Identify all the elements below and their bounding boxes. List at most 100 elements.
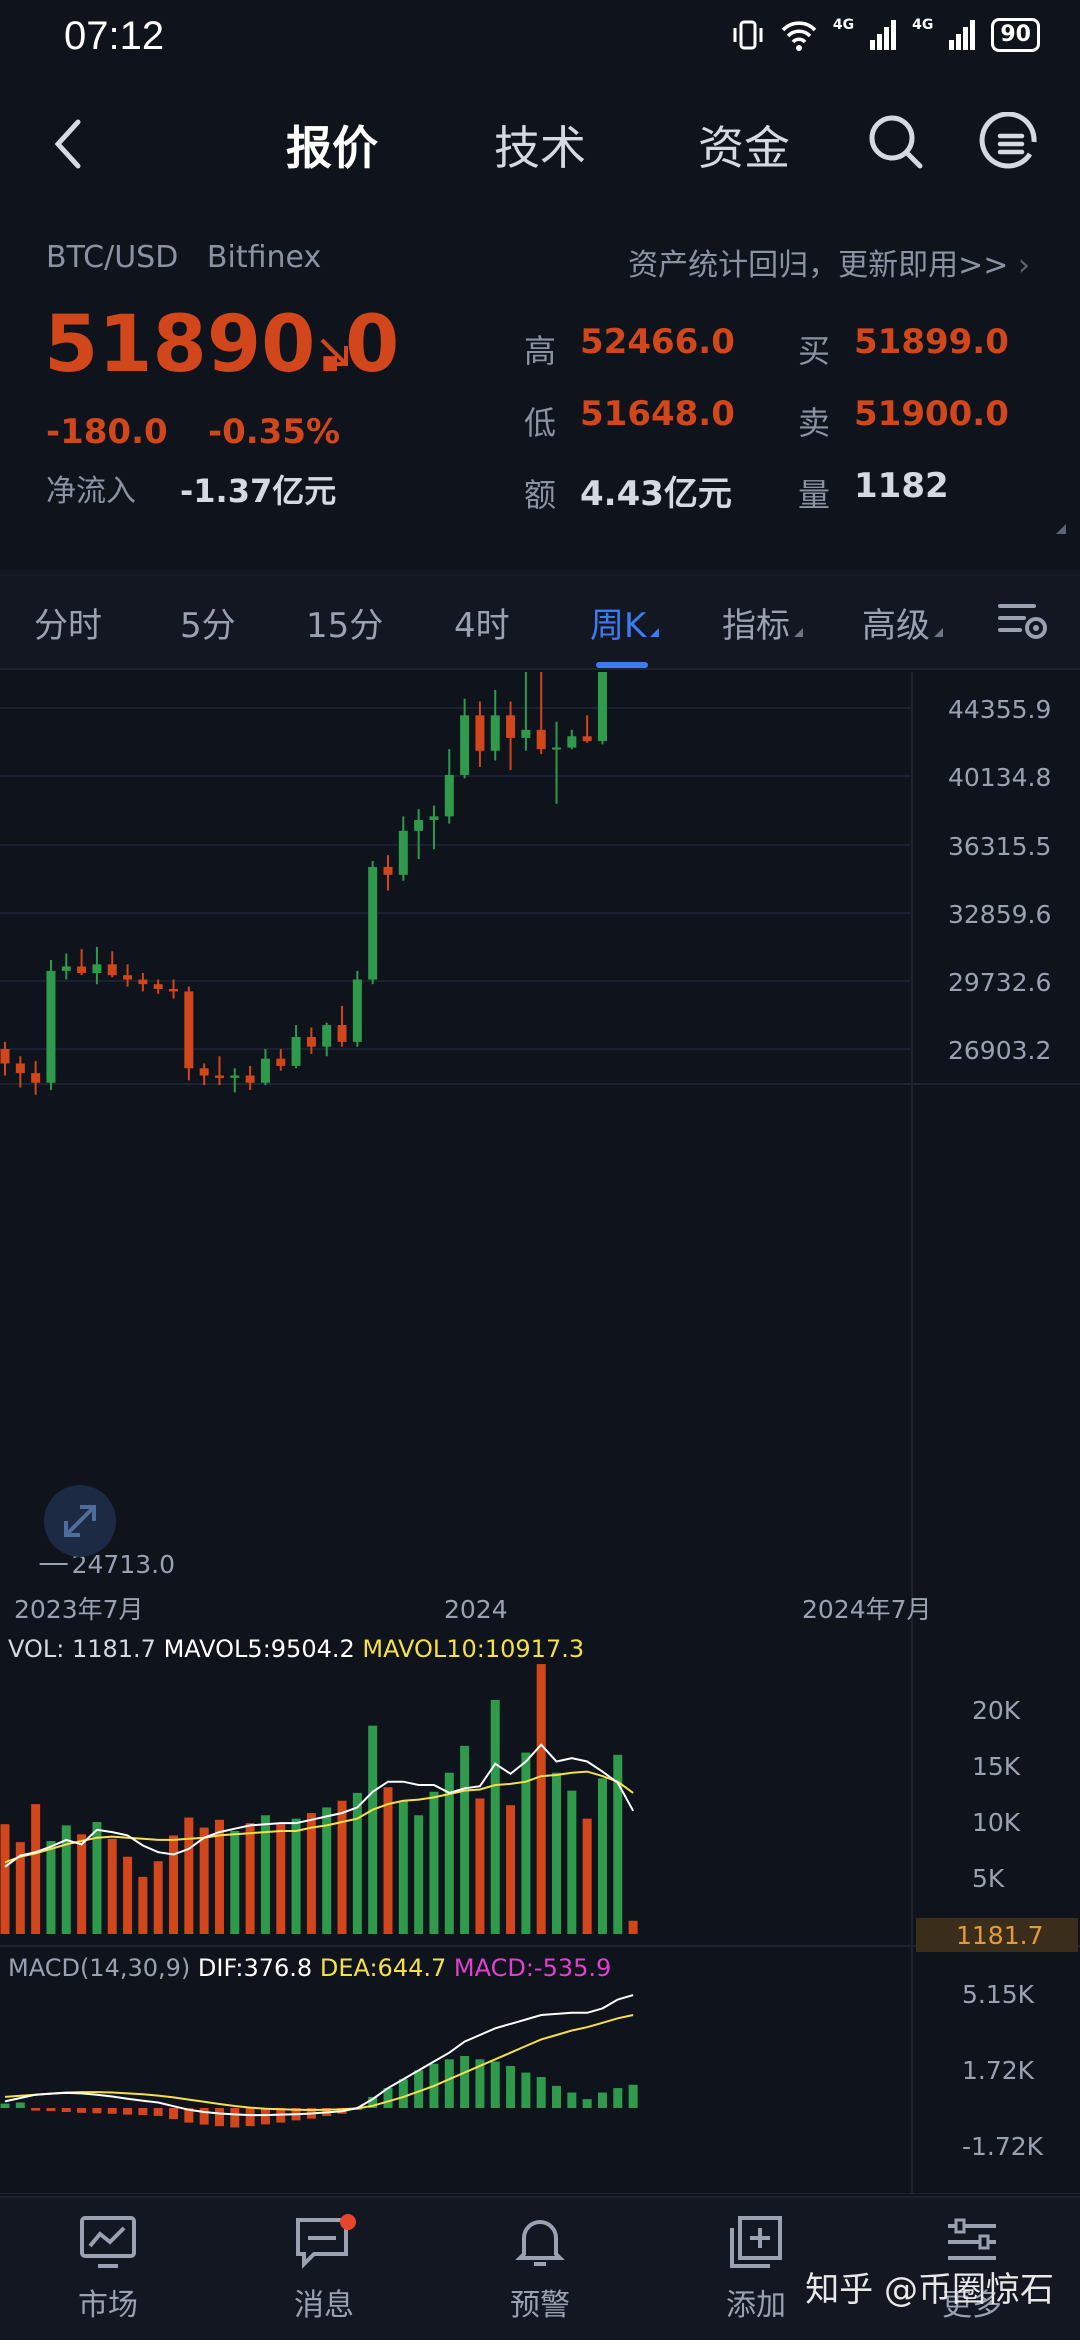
net-inflow-label: 净流入 xyxy=(46,474,136,509)
macd-bar xyxy=(214,2108,224,2127)
tab-5min[interactable]: 5分 xyxy=(180,598,236,647)
back-icon[interactable] xyxy=(48,116,88,172)
status-bar: 07:12 4G 4G 90 xyxy=(0,0,1080,76)
tab-funds[interactable]: 资金 xyxy=(698,112,790,178)
macd-bar xyxy=(61,2108,71,2112)
macd-bar xyxy=(107,2108,117,2114)
volume-bar xyxy=(352,1792,362,1934)
macd-bar xyxy=(153,2108,163,2116)
candle-body xyxy=(184,991,194,1069)
candle-body xyxy=(153,984,163,989)
search-icon[interactable] xyxy=(866,112,926,172)
volume-bar xyxy=(429,1791,439,1934)
candle-body xyxy=(398,830,408,875)
watermark: 知乎 @币圈惊石 xyxy=(805,2270,1054,2310)
candle-body xyxy=(582,736,592,742)
macd-bar xyxy=(31,2108,41,2111)
candle-body xyxy=(92,964,102,974)
candle-body xyxy=(0,1049,10,1064)
tab-weekly[interactable]: 周K xyxy=(590,598,660,647)
macd-header: MACD(14,30,9) DIF:376.8 DEA:644.7 MACD:-… xyxy=(8,1954,611,1982)
x-axis-label: 2024 xyxy=(444,1595,508,1624)
wifi-icon xyxy=(781,21,817,51)
kline-chart[interactable]: 49020.844355.940134.836315.532859.629732… xyxy=(0,672,1080,2194)
expand-corner[interactable] xyxy=(1056,524,1066,534)
nav-alerts[interactable]: 预警 xyxy=(480,2214,600,2324)
macd-axis-label: 1.72K xyxy=(962,2056,1035,2085)
macd-bar xyxy=(597,2092,607,2108)
price-axis-label: 29732.6 xyxy=(948,968,1051,997)
volume-bar xyxy=(291,1818,301,1934)
price-change-pct: -0.35% xyxy=(208,412,341,452)
price-axis-label: 36315.5 xyxy=(948,832,1051,861)
volume-bar xyxy=(0,1824,10,1934)
macd-bar xyxy=(414,2070,424,2108)
volume-bar xyxy=(199,1827,209,1934)
candle-body xyxy=(429,816,439,820)
tab-advanced[interactable]: 高级 xyxy=(862,598,943,647)
candle-body xyxy=(15,1063,25,1074)
tab-4h[interactable]: 4时 xyxy=(454,598,510,647)
candle-body xyxy=(260,1058,270,1083)
candle-body xyxy=(214,1075,224,1078)
volume-bar xyxy=(506,1805,516,1934)
volume-value: 1182 xyxy=(854,466,949,506)
candle-body xyxy=(444,774,454,817)
candle-body xyxy=(169,988,179,992)
pair-symbol: BTC/USD Bitfinex xyxy=(46,240,322,275)
macd-bar xyxy=(92,2108,102,2114)
volume-bar xyxy=(383,1787,393,1934)
macd-bar xyxy=(628,2084,638,2108)
candle-body xyxy=(123,975,133,980)
volume-bar xyxy=(582,1818,592,1934)
expand-chart-button[interactable] xyxy=(44,1485,116,1557)
message-icon xyxy=(296,2214,356,2269)
amount-label: 额 xyxy=(524,476,557,514)
status-time: 07:12 xyxy=(64,14,165,58)
macd-bar xyxy=(506,2065,516,2108)
chart-settings-icon[interactable] xyxy=(996,598,1052,642)
price-axis-label: 26903.2 xyxy=(948,1036,1051,1065)
macd-bar xyxy=(230,2108,240,2128)
stats-link[interactable]: 资产统计回归，更新即用>> › xyxy=(628,240,1030,284)
candle-body xyxy=(245,1075,255,1083)
bell-icon xyxy=(515,2220,565,2266)
signal-icon xyxy=(870,20,897,50)
tab-indicators[interactable]: 指标 xyxy=(722,598,803,647)
vibrate-icon xyxy=(733,20,763,50)
tab-15min[interactable]: 15分 xyxy=(306,598,383,647)
volume-bar xyxy=(77,1834,87,1934)
tab-timeshare[interactable]: 分时 xyxy=(34,598,102,647)
volume-axis-label: 20K xyxy=(972,1696,1021,1725)
menu-icon[interactable] xyxy=(978,112,1042,172)
price-axis-label: 40134.8 xyxy=(948,763,1051,792)
candle-body xyxy=(506,715,516,738)
tab-quote[interactable]: 报价 xyxy=(286,112,378,178)
volume-header: VOL: 1181.7 MAVOL5:9504.2 MAVOL10:10917.… xyxy=(8,1635,584,1663)
candle-body xyxy=(383,866,393,875)
top-nav: 报价 技术 资金 xyxy=(0,96,1080,192)
candle-body xyxy=(61,966,71,971)
nav-add[interactable]: 添加 xyxy=(696,2214,816,2324)
macd-bar xyxy=(77,2108,87,2113)
volume-label: 量 xyxy=(798,476,831,514)
candle-body xyxy=(597,672,607,742)
volume-bar xyxy=(368,1725,378,1934)
volume-bar xyxy=(123,1856,133,1934)
macd-bar xyxy=(490,2061,500,2108)
volume-axis-label: 10K xyxy=(972,1808,1021,1837)
candle-body xyxy=(368,866,378,980)
nav-messages[interactable]: 消息 xyxy=(264,2214,384,2324)
candle-body xyxy=(352,979,362,1042)
volume-bar xyxy=(214,1819,224,1934)
bid-value: 51899.0 xyxy=(854,322,1009,362)
macd-axis-label: 5.15K xyxy=(962,1980,1035,2009)
macd-bar xyxy=(613,2088,623,2108)
macd-bar xyxy=(46,2108,56,2112)
tab-technical[interactable]: 技术 xyxy=(494,112,586,178)
candle-body xyxy=(414,819,424,831)
nav-market[interactable]: 市场 xyxy=(48,2214,168,2324)
low-label: 低 xyxy=(524,404,557,442)
candle-body xyxy=(291,1037,301,1066)
price-change: -180.0 xyxy=(46,412,168,452)
